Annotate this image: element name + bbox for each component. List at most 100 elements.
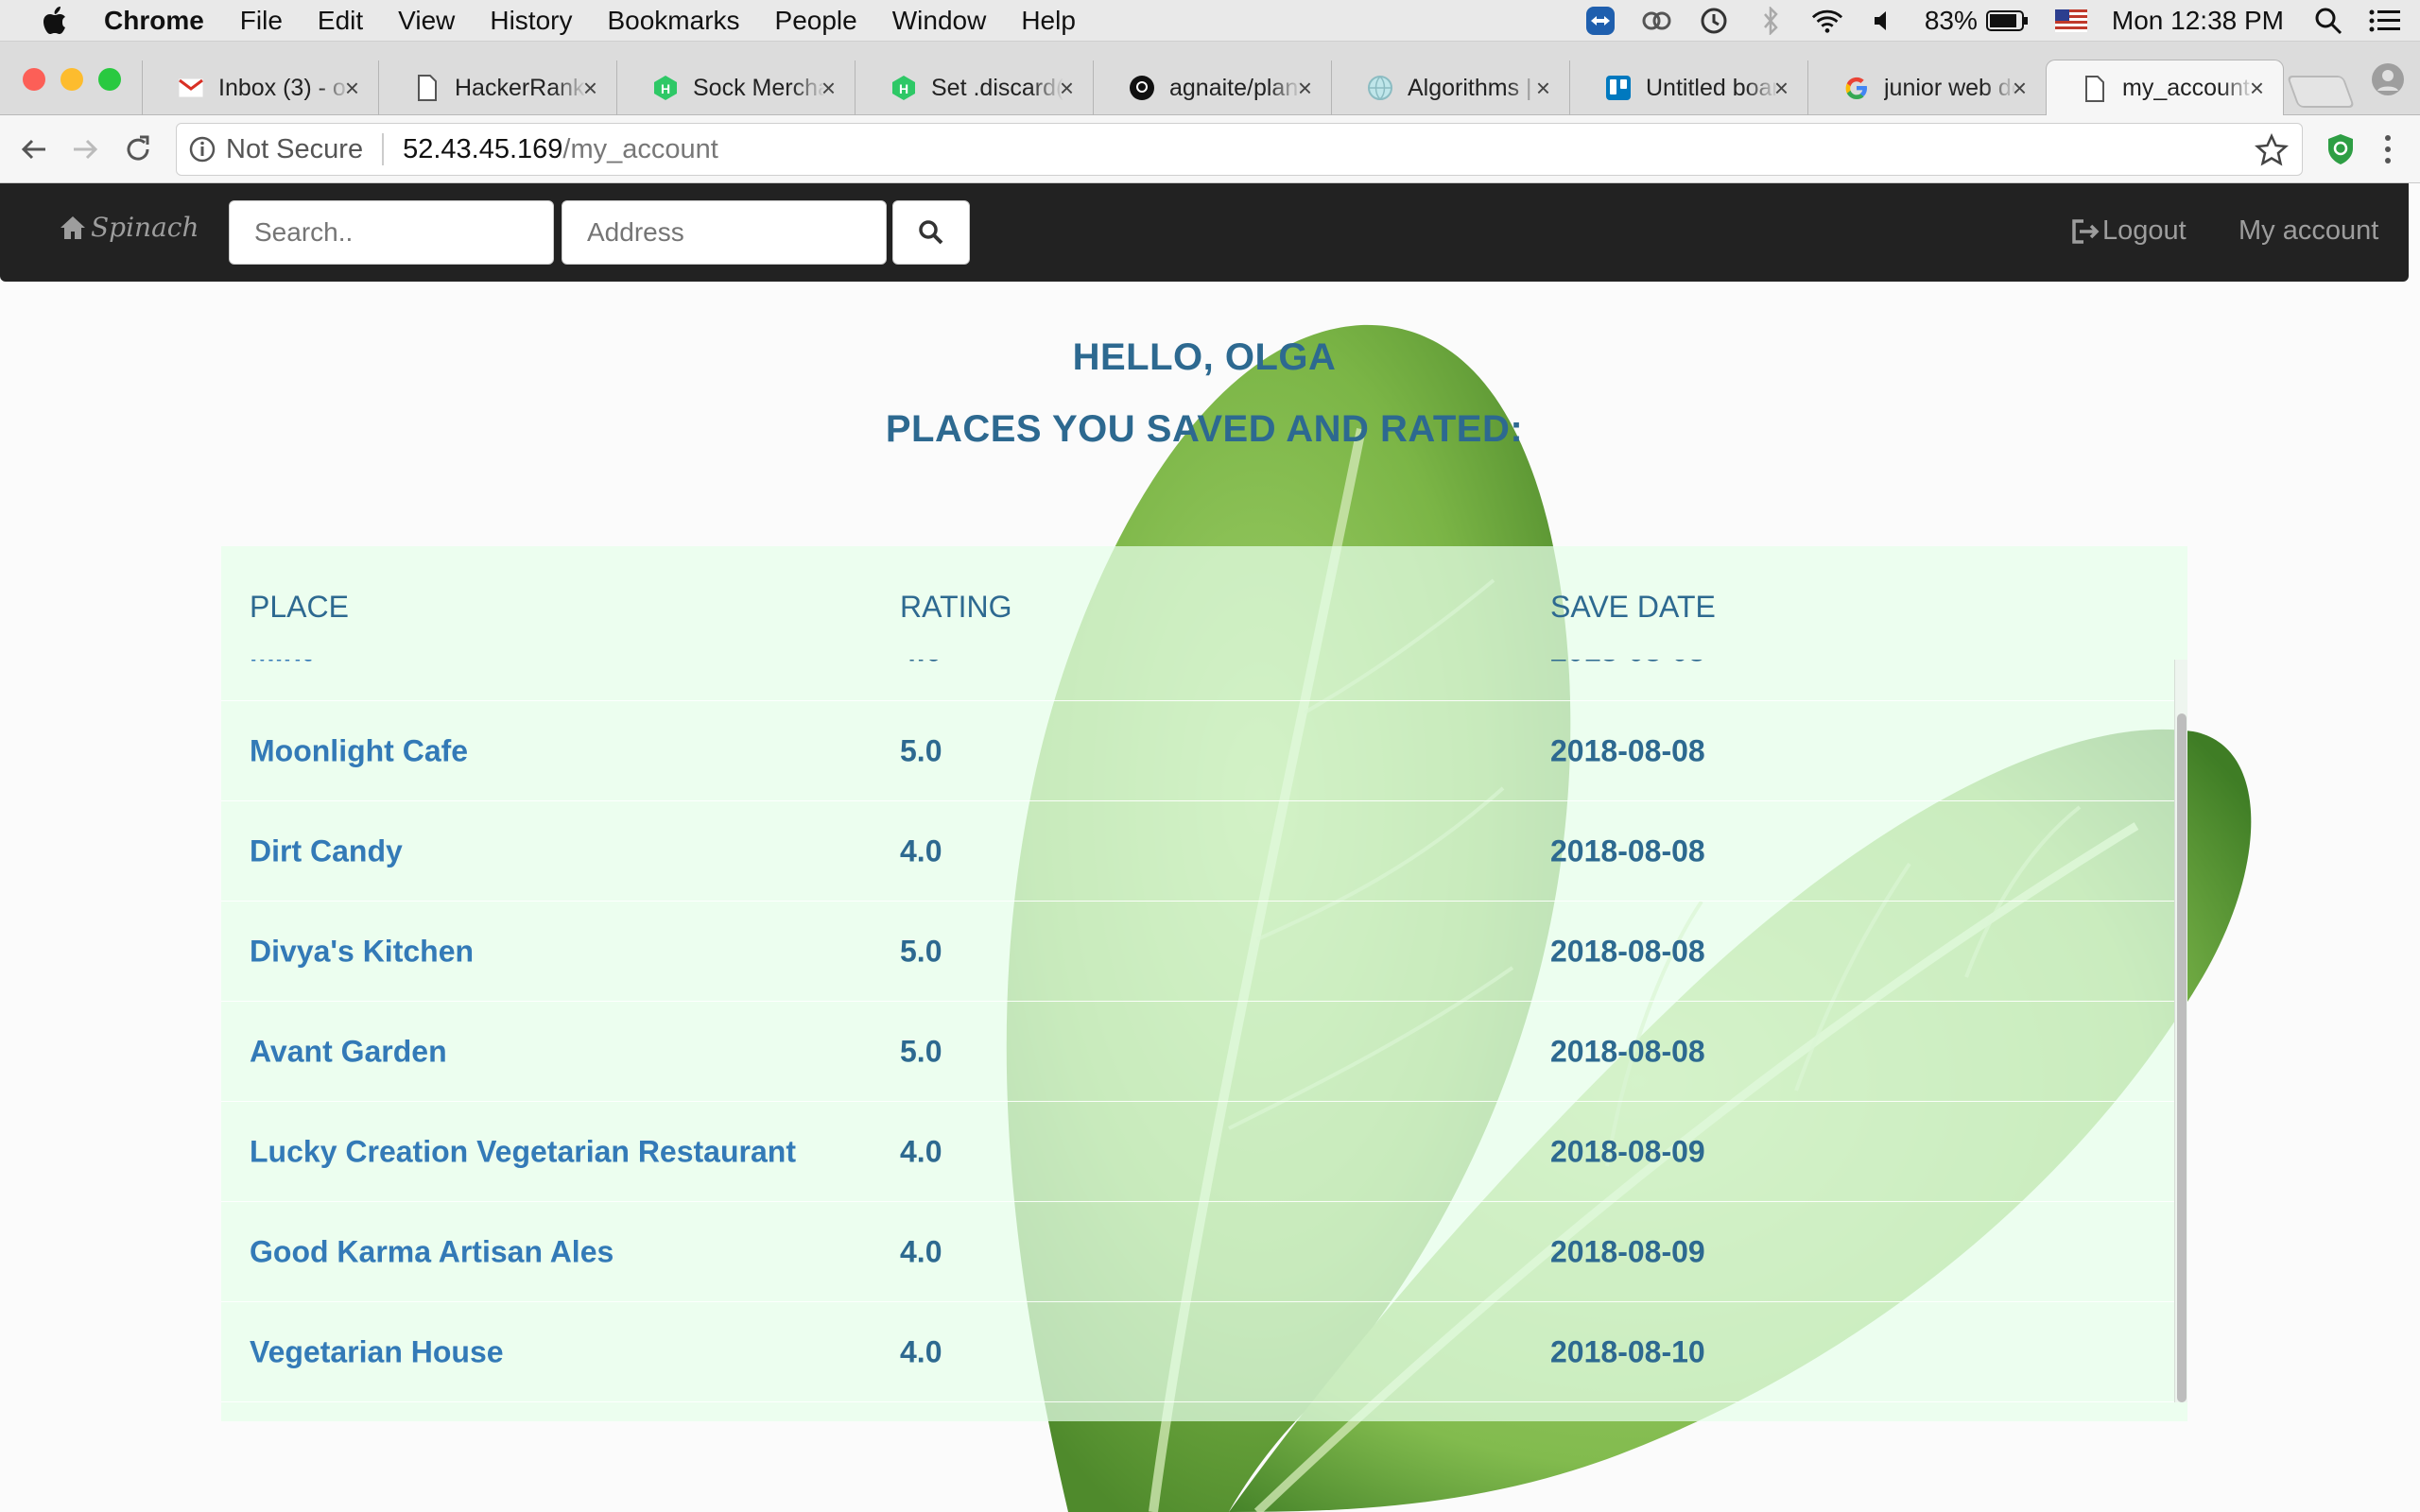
close-icon[interactable]: ×: [345, 74, 359, 103]
spotlight-search-icon[interactable]: [2312, 5, 2344, 37]
menu-window[interactable]: Window: [892, 6, 987, 36]
creative-cloud-icon[interactable]: [1641, 5, 1673, 37]
bluetooth-icon[interactable]: [1754, 5, 1787, 37]
logout-icon: [2072, 218, 2100, 244]
web-page: Spinach Logout My account HELLO, OLGA PL…: [0, 183, 2420, 1512]
macos-menu-bar: Chrome File Edit View History Bookmarks …: [0, 0, 2420, 42]
tab-trello[interactable]: Untitled boar ×: [1569, 60, 1807, 115]
trello-icon: [1604, 74, 1633, 102]
teamviewer-icon[interactable]: [1584, 5, 1616, 37]
place-link[interactable]: Vegetarian House: [250, 1334, 504, 1369]
github-icon: [1128, 74, 1156, 102]
minimize-window-button[interactable]: [60, 68, 83, 91]
place-link[interactable]: Divya's Kitchen: [250, 934, 474, 969]
menu-people[interactable]: People: [775, 6, 857, 36]
gmail-icon: [177, 74, 205, 102]
rating-value: 4.0: [900, 660, 942, 668]
save-date: 2018-08-09: [1550, 1234, 1705, 1268]
close-window-button[interactable]: [23, 68, 45, 91]
tab-title: agnaite/plant: [1169, 74, 1302, 101]
table-row: Avant Garden 5.0 2018-08-08: [221, 1002, 2174, 1102]
notification-center-icon[interactable]: [2369, 5, 2401, 37]
tab-github[interactable]: agnaite/plant ×: [1093, 60, 1331, 115]
security-indicator[interactable]: Not Secure: [188, 134, 363, 165]
google-icon: [1842, 74, 1871, 102]
place-link[interactable]: Mint: [250, 660, 312, 668]
tab-title: Untitled boar: [1646, 74, 1778, 101]
rating-value: 4.0: [900, 1334, 942, 1368]
address-bar[interactable]: Not Secure 52.43.45.169/my_account: [176, 123, 2303, 176]
close-icon[interactable]: ×: [1536, 74, 1550, 103]
reload-button[interactable]: [115, 127, 161, 172]
back-button[interactable]: [11, 127, 57, 172]
tab-sock-merchant[interactable]: H Sock Mercha ×: [616, 60, 855, 115]
bookmark-star-icon[interactable]: [2254, 132, 2290, 167]
tab-gmail[interactable]: Inbox (3) - o ×: [142, 60, 378, 115]
chrome-menu-icon[interactable]: [2377, 130, 2399, 168]
new-tab-button[interactable]: [2286, 76, 2356, 108]
tab-title: my_account: [2122, 75, 2250, 101]
rating-value: 4.0: [900, 1134, 942, 1168]
browser-toolbar: Not Secure 52.43.45.169/my_account: [0, 115, 2420, 183]
menu-bookmarks[interactable]: Bookmarks: [607, 6, 739, 36]
address-input[interactable]: [562, 200, 887, 265]
scrollbar-thumb[interactable]: [2177, 713, 2187, 1402]
url-path: /my_account: [562, 133, 718, 164]
extension-shield-icon[interactable]: [2324, 132, 2358, 166]
menu-history[interactable]: History: [490, 6, 572, 36]
header-place: PLACE: [250, 590, 349, 624]
table-scrollbar[interactable]: [2174, 660, 2187, 1402]
save-date: 2018-08-09: [1550, 1134, 1705, 1168]
search-button[interactable]: [892, 200, 970, 265]
menu-edit[interactable]: Edit: [318, 6, 363, 36]
tab-algorithms[interactable]: Algorithms | ×: [1331, 60, 1569, 115]
place-link[interactable]: Avant Garden: [250, 1034, 447, 1069]
close-icon[interactable]: ×: [2250, 74, 2264, 103]
place-link[interactable]: Lucky Creation Vegetarian Restaurant: [250, 1134, 796, 1169]
place-link[interactable]: Good Karma Artisan Ales: [250, 1234, 614, 1269]
tab-my-account[interactable]: my_account ×: [2046, 60, 2284, 116]
battery-percent: 83%: [1924, 6, 1978, 35]
menu-app-name[interactable]: Chrome: [104, 6, 204, 36]
page-icon: [413, 74, 441, 102]
forward-button[interactable]: [62, 127, 108, 172]
close-icon[interactable]: ×: [821, 74, 836, 103]
header-rating: RATING: [900, 590, 1012, 624]
battery-icon[interactable]: [1985, 5, 2031, 37]
save-date: 2018-08-08: [1550, 833, 1705, 868]
tab-set-discard[interactable]: H Set .discard( ×: [855, 60, 1093, 115]
profile-icon[interactable]: [2371, 62, 2405, 96]
volume-icon[interactable]: [1868, 5, 1900, 37]
place-link[interactable]: Moonlight Cafe: [250, 733, 468, 768]
search-input[interactable]: [229, 200, 554, 265]
place-link[interactable]: Dirt Candy: [250, 833, 403, 868]
close-icon[interactable]: ×: [1298, 74, 1312, 103]
menu-help[interactable]: Help: [1021, 6, 1076, 36]
close-icon[interactable]: ×: [583, 74, 597, 103]
page-icon: [2081, 75, 2109, 103]
rating-value: 4.0: [900, 1234, 942, 1268]
save-date: 2018-08-10: [1550, 1334, 1705, 1368]
menu-file[interactable]: File: [240, 6, 283, 36]
tab-title: Set .discard(: [931, 74, 1063, 101]
save-date: 2018-08-08: [1550, 733, 1705, 767]
apple-icon[interactable]: [34, 0, 76, 42]
us-flag-icon[interactable]: [2054, 5, 2087, 37]
wifi-icon[interactable]: [1811, 5, 1843, 37]
close-icon[interactable]: ×: [1774, 74, 1789, 103]
menu-view[interactable]: View: [398, 6, 455, 36]
menu-clock[interactable]: Mon 12:38 PM: [2112, 6, 2284, 36]
close-icon[interactable]: ×: [1060, 74, 1074, 103]
logout-link[interactable]: Logout: [2070, 215, 2187, 247]
divider: [382, 133, 385, 165]
zoom-window-button[interactable]: [98, 68, 121, 91]
table-body[interactable]: Mint 4.0 2018-08-08 Moonlight Cafe 5.0 2018-0…: [221, 660, 2174, 1402]
tab-google-search[interactable]: junior web de ×: [1807, 60, 2046, 115]
hackerrank-icon: H: [651, 74, 680, 102]
time-machine-icon[interactable]: [1698, 5, 1730, 37]
tab-hackerrank[interactable]: HackerRank ×: [378, 60, 616, 115]
save-date: 2018-08-08: [1550, 660, 1705, 668]
my-account-link[interactable]: My account: [2238, 215, 2378, 247]
close-icon[interactable]: ×: [2013, 74, 2027, 103]
brand-link[interactable]: Spinach: [59, 212, 199, 243]
